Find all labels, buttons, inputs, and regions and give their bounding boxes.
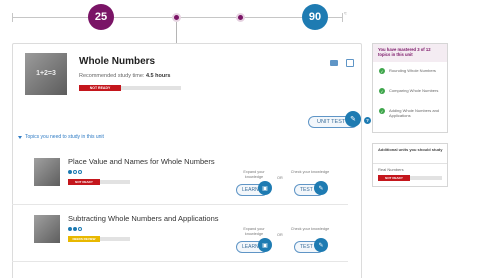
pencil-icon[interactable]: ✎ (314, 238, 328, 252)
topic-status-badge: NEEDS REVIEW (68, 236, 100, 242)
topic-thumbnail (34, 215, 60, 243)
mail-icon[interactable] (330, 60, 338, 66)
topic-thumbnail (34, 158, 60, 186)
triangle-down-icon (18, 135, 22, 139)
progress-track-end-tick (342, 13, 343, 22)
additional-unit-item[interactable]: Real Numbers (378, 167, 404, 172)
print-icon[interactable] (346, 59, 354, 67)
check-icon: ✓ (379, 68, 385, 74)
learn-icon[interactable]: ▣ (258, 181, 272, 195)
topic-row: Place Value and Names for Whole Numbers … (12, 153, 348, 205)
or-caption: OR (277, 176, 283, 180)
or-caption: OR (277, 233, 283, 237)
unit-thumbnail: 1+2=3 (25, 53, 67, 95)
milestone-current-score: 25 (88, 4, 114, 30)
pencil-icon[interactable]: ✎ (314, 181, 328, 195)
mastery-panel: You have mastered 3 of 12 topics in this… (372, 43, 448, 133)
pencil-icon[interactable]: ✎ (345, 111, 361, 127)
additional-unit-status-badge: NOT READY (378, 175, 410, 181)
expand-caption: Expand your knowledge (243, 227, 265, 236)
topic-progress-bar (100, 237, 130, 241)
progress-track-start-tick (12, 13, 13, 22)
milestone-target-score: 90 (302, 4, 328, 30)
mastered-topic[interactable]: ✓ Adding Whole Numbers and Applications (379, 108, 445, 118)
unit-title: Whole Numbers (79, 56, 156, 67)
check-caption: Check your knowledge (290, 170, 330, 174)
milestone-marker[interactable] (236, 13, 245, 22)
topic-mastery-dots (68, 170, 82, 174)
additional-unit-progress-bar (410, 176, 442, 180)
topic-title[interactable]: Place Value and Names for Whole Numbers (68, 157, 215, 166)
additional-units-panel: Additional units you should study Real N… (372, 143, 448, 187)
topic-mastery-dots (68, 227, 82, 231)
unit-header: 1+2=3 Whole Numbers Recommended study ti… (25, 53, 371, 135)
help-icon[interactable]: ? (364, 117, 371, 124)
mastery-header: You have mastered 3 of 12 topics in this… (373, 44, 447, 62)
check-caption: Check your knowledge (290, 227, 330, 231)
check-icon: ✓ (379, 108, 385, 114)
mastered-topic[interactable]: ✓ Rounding Whole Numbers (379, 68, 445, 74)
additional-units-header: Additional units you should study (378, 147, 443, 152)
topic-row: Subtracting Whole Numbers and Applicatio… (12, 210, 348, 262)
unit-status-badge: NOT READY (79, 85, 121, 91)
unit-progress-bar (121, 86, 181, 90)
mastered-topic[interactable]: ✓ Comparing Whole Numbers (379, 88, 445, 94)
divider (373, 163, 447, 164)
progress-track-end-mark: ≈ (344, 11, 347, 17)
check-icon: ✓ (379, 88, 385, 94)
milestone-marker[interactable] (172, 13, 181, 22)
milestone-pointer (176, 22, 177, 44)
expand-caption: Expand your knowledge (243, 170, 265, 179)
topic-status-badge: NOT READY (68, 179, 100, 185)
learn-icon[interactable]: ▣ (258, 238, 272, 252)
study-time: Recommended study time: 4.5 hours (79, 73, 171, 79)
topic-progress-bar (100, 180, 130, 184)
topics-toggle[interactable]: Topics you need to study in this unit (18, 134, 104, 140)
topic-title[interactable]: Subtracting Whole Numbers and Applicatio… (68, 214, 219, 223)
